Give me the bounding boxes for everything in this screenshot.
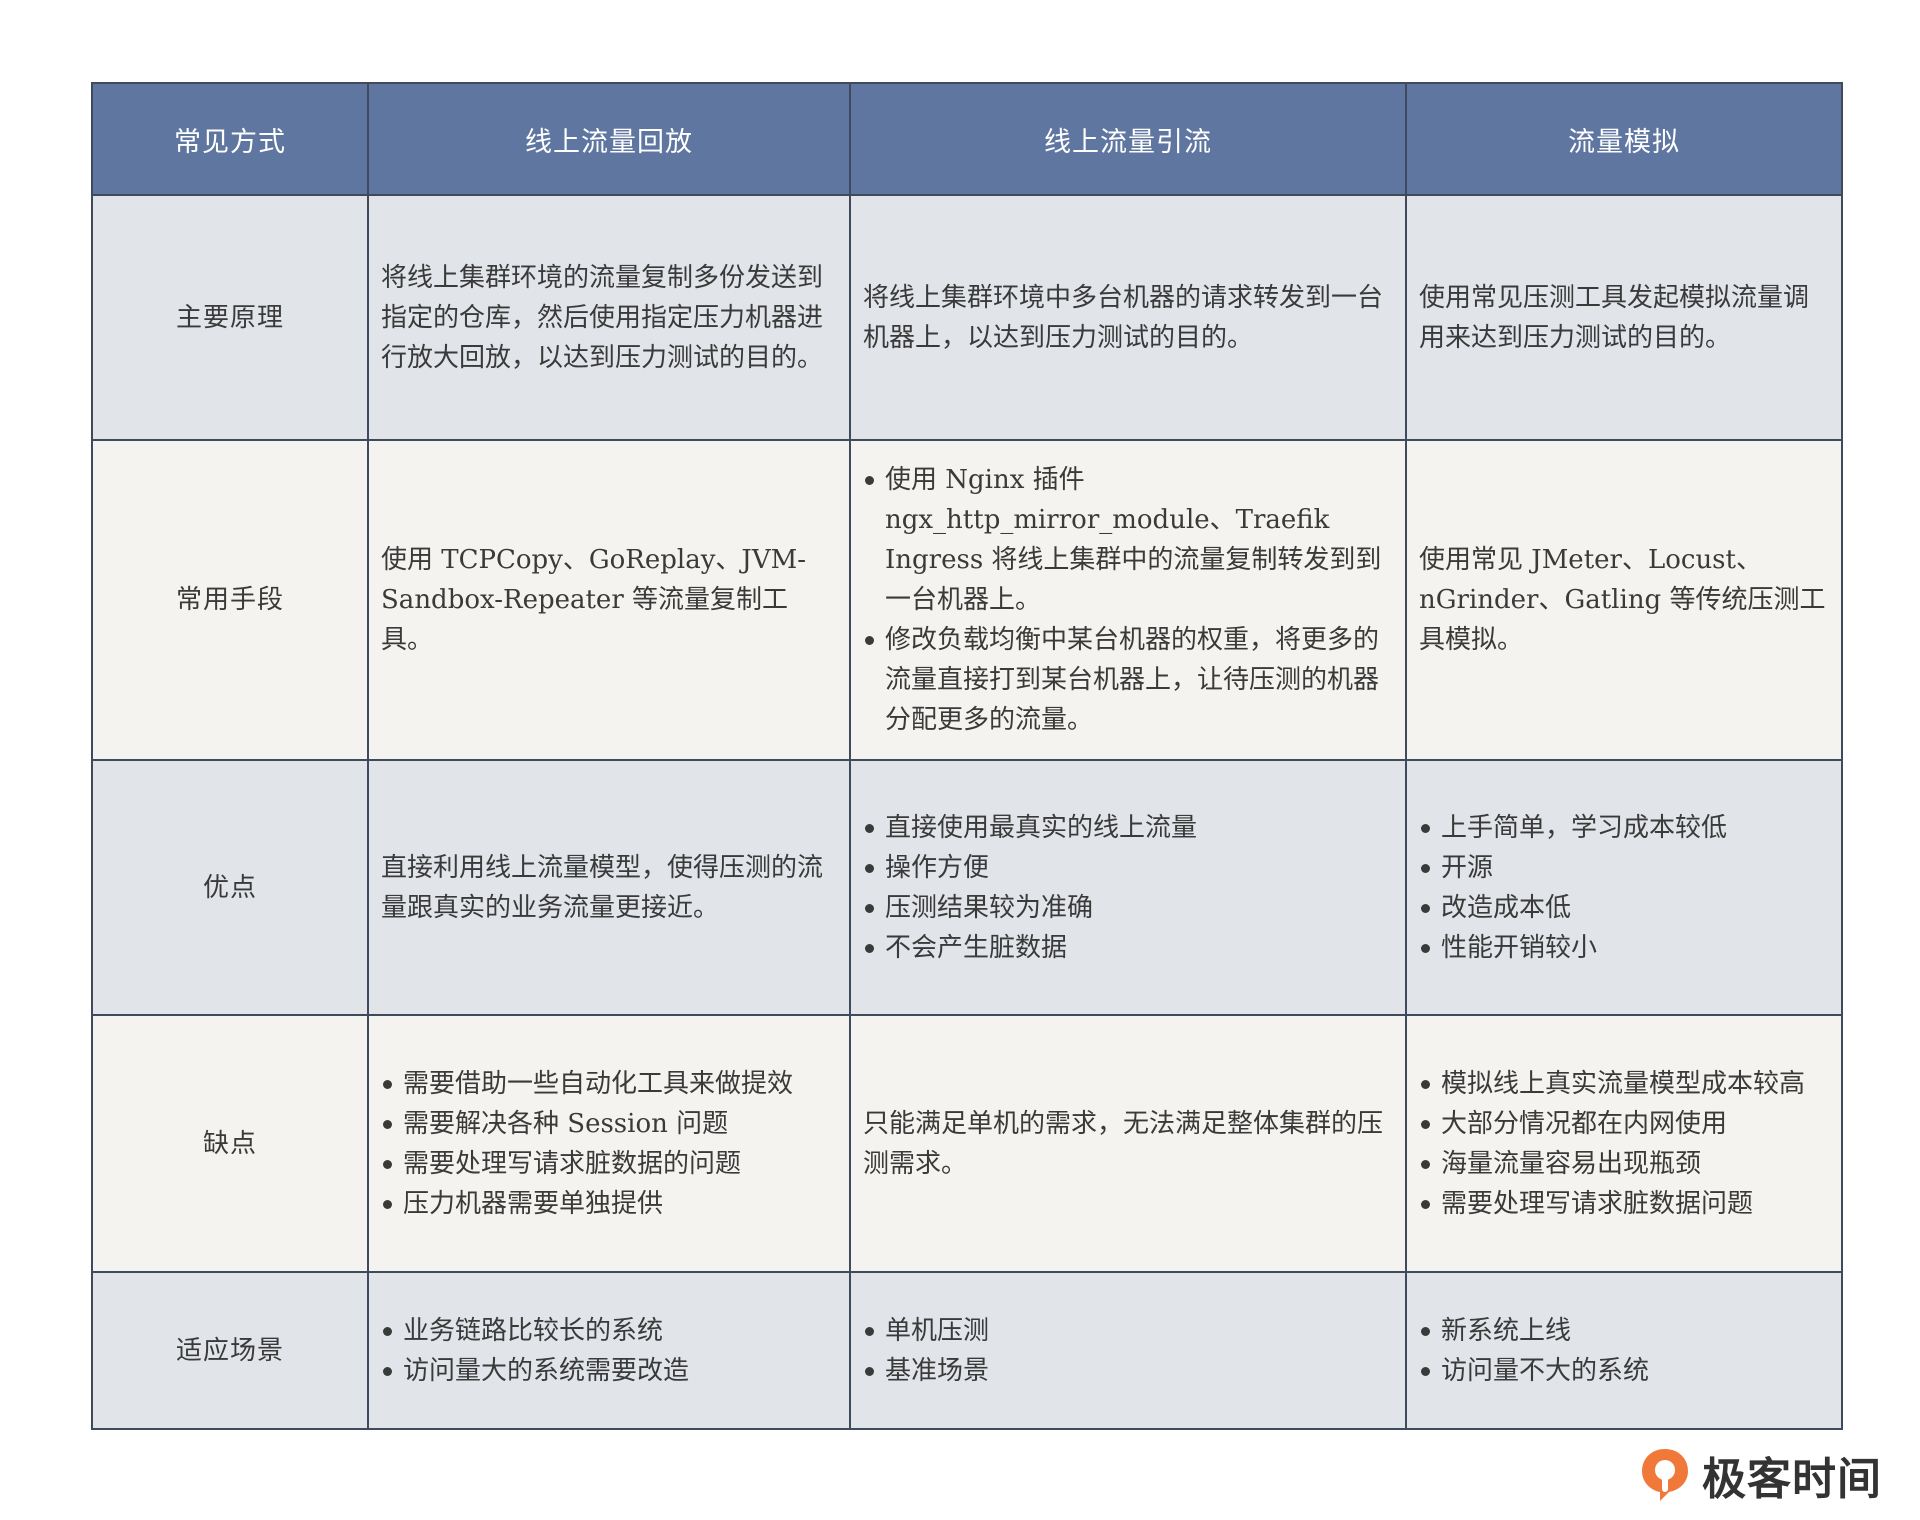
cell-pros-diversion: 直接使用最真实的线上流量 操作方便 压测结果较为准确 不会产生脏数据 — [849, 759, 1407, 1016]
cell-principle-simulation: 使用常见压测工具发起模拟流量调用来达到压力测试的目的。 — [1405, 194, 1843, 441]
list-item: 需要借助一些自动化工具来做提效 — [381, 1064, 837, 1104]
list-item: 新系统上线 — [1419, 1311, 1829, 1351]
list-item: 不会产生脏数据 — [863, 928, 1393, 968]
cell-scenarios-replay: 业务链路比较长的系统 访问量大的系统需要改造 — [367, 1271, 851, 1430]
list-item: 使用 Nginx 插件 ngx_http_mirror_module、Traef… — [863, 460, 1393, 620]
table-row-means: 常用手段 使用 TCPCopy、GoReplay、JVM-Sandbox-Rep… — [91, 439, 1843, 761]
list-item: 性能开销较小 — [1419, 928, 1829, 968]
list-item: 直接使用最真实的线上流量 — [863, 808, 1393, 848]
header-method: 常见方式 — [91, 82, 369, 196]
list-item: 访问量不大的系统 — [1419, 1351, 1829, 1391]
pros-diversion-list: 直接使用最真实的线上流量 操作方便 压测结果较为准确 不会产生脏数据 — [863, 808, 1393, 968]
cons-replay-list: 需要借助一些自动化工具来做提效 需要解决各种 Session 问题 需要处理写请… — [381, 1064, 837, 1224]
cell-means-replay: 使用 TCPCopy、GoReplay、JVM-Sandbox-Repeater… — [367, 439, 851, 761]
list-item: 开源 — [1419, 848, 1829, 888]
cell-scenarios-simulation: 新系统上线 访问量不大的系统 — [1405, 1271, 1843, 1430]
means-diversion-list: 使用 Nginx 插件 ngx_http_mirror_module、Traef… — [863, 460, 1393, 740]
list-item: 基准场景 — [863, 1351, 1393, 1391]
list-item: 压力机器需要单独提供 — [381, 1184, 837, 1224]
list-item: 修改负载均衡中某台机器的权重，将更多的流量直接打到某台机器上，让待压测的机器分配… — [863, 620, 1393, 740]
scenarios-replay-list: 业务链路比较长的系统 访问量大的系统需要改造 — [381, 1311, 837, 1391]
cell-cons-diversion: 只能满足单机的需求，无法满足整体集群的压测需求。 — [849, 1014, 1407, 1273]
list-item: 操作方便 — [863, 848, 1393, 888]
cell-cons-replay: 需要借助一些自动化工具来做提效 需要解决各种 Session 问题 需要处理写请… — [367, 1014, 851, 1273]
list-item: 需要处理写请求脏数据的问题 — [381, 1144, 837, 1184]
comparison-table-container: 常见方式 线上流量回放 线上流量引流 流量模拟 主要原理 将线上集群环境的流量复… — [91, 82, 1843, 1430]
list-item: 业务链路比较长的系统 — [381, 1311, 837, 1351]
list-item: 访问量大的系统需要改造 — [381, 1351, 837, 1391]
cell-pros-replay: 直接利用线上流量模型，使得压测的流量跟真实的业务流量更接近。 — [367, 759, 851, 1016]
scenarios-simulation-list: 新系统上线 访问量不大的系统 — [1419, 1311, 1829, 1391]
geektime-logo-icon — [1642, 1449, 1688, 1501]
list-item: 需要处理写请求脏数据问题 — [1419, 1184, 1829, 1224]
list-item: 上手简单，学习成本较低 — [1419, 808, 1829, 848]
row-label-cons: 缺点 — [91, 1014, 369, 1273]
geektime-logo: 极客时间 — [1638, 1443, 1882, 1507]
header-online-replay: 线上流量回放 — [367, 82, 851, 196]
traffic-method-comparison-table: 常见方式 线上流量回放 线上流量引流 流量模拟 主要原理 将线上集群环境的流量复… — [91, 82, 1843, 1430]
cons-simulation-list: 模拟线上真实流量模型成本较高 大部分情况都在内网使用 海量流量容易出现瓶颈 需要… — [1419, 1064, 1829, 1224]
row-label-principle: 主要原理 — [91, 194, 369, 441]
list-item: 需要解决各种 Session 问题 — [381, 1104, 837, 1144]
logo-text: 极客时间 — [1702, 1454, 1882, 1505]
cell-scenarios-diversion: 单机压测 基准场景 — [849, 1271, 1407, 1430]
cell-pros-simulation: 上手简单，学习成本较低 开源 改造成本低 性能开销较小 — [1405, 759, 1843, 1016]
list-item: 海量流量容易出现瓶颈 — [1419, 1144, 1829, 1184]
table-row-scenarios: 适应场景 业务链路比较长的系统 访问量大的系统需要改造 单机压测 基准场景 新系 — [91, 1271, 1843, 1430]
list-item: 单机压测 — [863, 1311, 1393, 1351]
table-row-pros: 优点 直接利用线上流量模型，使得压测的流量跟真实的业务流量更接近。 直接使用最真… — [91, 759, 1843, 1016]
cell-cons-simulation: 模拟线上真实流量模型成本较高 大部分情况都在内网使用 海量流量容易出现瓶颈 需要… — [1405, 1014, 1843, 1273]
list-item: 大部分情况都在内网使用 — [1419, 1104, 1829, 1144]
list-item: 压测结果较为准确 — [863, 888, 1393, 928]
scenarios-diversion-list: 单机压测 基准场景 — [863, 1311, 1393, 1391]
header-traffic-simulation: 流量模拟 — [1405, 82, 1843, 196]
header-online-diversion: 线上流量引流 — [849, 82, 1407, 196]
table-row-principle: 主要原理 将线上集群环境的流量复制多份发送到指定的仓库，然后使用指定压力机器进行… — [91, 194, 1843, 441]
cell-principle-diversion: 将线上集群环境中多台机器的请求转发到一台机器上，以达到压力测试的目的。 — [849, 194, 1407, 441]
row-label-pros: 优点 — [91, 759, 369, 1016]
cell-means-diversion: 使用 Nginx 插件 ngx_http_mirror_module、Traef… — [849, 439, 1407, 761]
row-label-scenarios: 适应场景 — [91, 1271, 369, 1430]
cell-means-simulation: 使用常见 JMeter、Locust、nGrinder、Gatling 等传统压… — [1405, 439, 1843, 761]
table-header-row: 常见方式 线上流量回放 线上流量引流 流量模拟 — [91, 82, 1843, 196]
list-item: 模拟线上真实流量模型成本较高 — [1419, 1064, 1829, 1104]
cell-principle-replay: 将线上集群环境的流量复制多份发送到指定的仓库，然后使用指定压力机器进行放大回放，… — [367, 194, 851, 441]
table-row-cons: 缺点 需要借助一些自动化工具来做提效 需要解决各种 Session 问题 需要处… — [91, 1014, 1843, 1273]
pros-simulation-list: 上手简单，学习成本较低 开源 改造成本低 性能开销较小 — [1419, 808, 1829, 968]
list-item: 改造成本低 — [1419, 888, 1829, 928]
row-label-means: 常用手段 — [91, 439, 369, 761]
